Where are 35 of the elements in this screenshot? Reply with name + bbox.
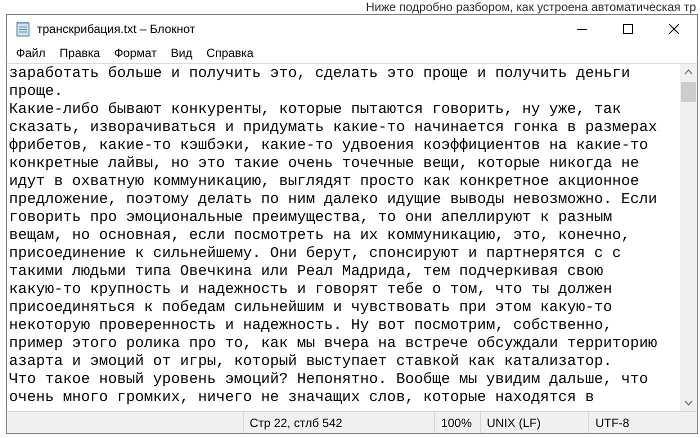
maximize-icon[interactable] <box>623 24 633 34</box>
background-text: Ниже подробно разбором, как устроена автоматическая тр <box>366 0 696 14</box>
status-text: Стр 22, стлб 542 <box>250 414 342 432</box>
text-line: очень много громких, ничего не значащих слов, которые находятся в <box>9 389 594 407</box>
menu-item[interactable]: Вид <box>164 44 200 62</box>
text-line: такими людьми типа Овечкина или Реал Мадрида, тем подчеркивая свою <box>9 263 604 281</box>
notepad-icon <box>15 21 31 37</box>
text-line: вещам, но основная, если посмотреть на их коммуникацию, это, конечно, <box>9 227 630 245</box>
text-line: некоторую проверенность и надежность. Ну вот посмотрим, собственно, <box>9 317 612 335</box>
text-line: азарта и эмоций от игры, который выступает ставкой как катализатор. <box>9 353 612 371</box>
menu-item[interactable]: Формат <box>107 44 164 62</box>
text-line: пример этого ролика про то, как мы вчера на встрече обсуждали территорию <box>9 335 658 353</box>
status-text: UTF-8 <box>595 414 630 432</box>
status-text: UNIX (LF) <box>486 414 541 432</box>
text-line: предложение, поэтому делать по ним далеко идущие выводы невозможно. Если <box>9 191 658 209</box>
text-line: какую-то крупность и надежность и говорят тебе о том, что ты должен <box>9 281 612 299</box>
text-line: заработать больше и получить это, сделать это проще и получить деньги <box>9 65 630 83</box>
menu-item[interactable]: Справка <box>199 44 260 62</box>
text-line: говорить про эмоциональные преимущества, то они апеллируют к разным <box>9 209 612 227</box>
close-icon[interactable] <box>669 24 679 34</box>
menu-item[interactable]: Файл <box>9 44 53 62</box>
text-line: присоединяться к победам сильнейшим и чувствовать при этом какую-то <box>9 299 612 317</box>
text-line: конкретные лайвы, но это такие очень точечные вещи, которые никогда не <box>9 155 640 173</box>
menu-item[interactable]: Правка <box>52 44 108 62</box>
status-text: 100% <box>441 414 472 432</box>
window-title: транскрибация.txt – Блокнот <box>37 21 196 38</box>
text-line: идут в охватную коммуникацию, выглядят просто как конкретное акционное <box>9 173 640 191</box>
text-line: проще. <box>9 83 64 101</box>
text-line: присоединение к сильнейшему. Они берут, спонсируют и партнерятся с с <box>9 245 622 263</box>
text-line: сказать, изворачиваться и придумать какие-то начинается гонка в размерах <box>9 119 658 137</box>
text-line: Что такое новый уровень эмоций? Непонятно. Вообще мы увидим дальше, что <box>9 371 648 389</box>
text-line: Какие-либо бывают конкуренты, которые пытаются говорить, ну уже, так <box>9 101 622 119</box>
scrollbar[interactable] <box>680 64 697 411</box>
scroll-thumb[interactable] <box>681 82 696 102</box>
text-line: фрибетов, какие-то кэшбэки, какие-то удвоения коэффициентов на какие-то <box>9 137 648 155</box>
